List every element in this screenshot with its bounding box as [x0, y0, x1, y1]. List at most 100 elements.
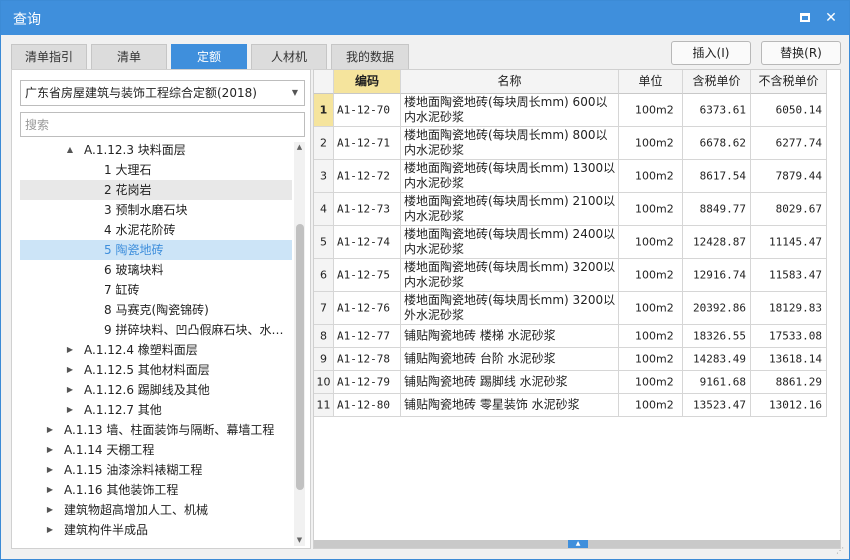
replace-button[interactable]: 替换(R) [761, 41, 841, 65]
chevron-up-icon[interactable]: ▲ [568, 540, 588, 548]
row-name: 铺贴陶瓷地砖 台阶 水泥砂浆 [401, 348, 619, 371]
tree-node[interactable]: ▶ A.1.12.7 其他 [20, 400, 292, 420]
tree-node[interactable]: ▶ A.1.13 墙、柱面装饰与隔断、幕墙工程 [20, 420, 292, 440]
tree-node-label: 建筑物超高增加人工、机械 [64, 503, 209, 517]
table-row[interactable]: 2 A1-12-71 楼地面陶瓷地砖(每块周长mm) 800以内水泥砂浆 100… [314, 127, 840, 160]
table-row[interactable]: 6 A1-12-75 楼地面陶瓷地砖(每块周长mm) 3200以内水泥砂浆 10… [314, 259, 840, 292]
quota-library-select[interactable]: 广东省房屋建筑与装饰工程综合定额(2018) ▼ [20, 80, 305, 106]
tree-node[interactable]: ▶ A.1.16 其他装饰工程 [20, 480, 292, 500]
scroll-down-icon[interactable]: ▼ [294, 535, 305, 546]
tree-node[interactable]: 7 缸砖 [20, 280, 292, 300]
tree-node[interactable]: ▶ A.1.15 油漆涂料裱糊工程 [20, 460, 292, 480]
header-unit[interactable]: 单位 [619, 70, 683, 94]
quota-library-value: 广东省房屋建筑与装饰工程综合定额(2018) [25, 86, 257, 100]
chevron-down-icon[interactable]: ▼ [292, 81, 298, 105]
tab-bill-guide[interactable]: 清单指引 [11, 44, 87, 70]
tree-node[interactable]: ▲ A.1.12.3 块料面层 [20, 140, 292, 160]
tree-node[interactable]: 3 预制水磨石块 [20, 200, 292, 220]
title-bar[interactable]: 查询 ✕ [1, 1, 849, 35]
header-index [314, 70, 334, 94]
tree-node[interactable]: ▶ 建筑构件半成品 [20, 520, 292, 540]
tree-node[interactable]: ▶ A.1.12.4 橡塑料面层 [20, 340, 292, 360]
tree-node-label: A.1.12.4 橡塑料面层 [84, 343, 198, 357]
grid-horizontal-scrollbar[interactable]: ▲ [314, 540, 840, 548]
close-icon[interactable]: ✕ [823, 10, 839, 26]
header-code[interactable]: 编码 [334, 70, 401, 94]
row-notax-price: 11583.47 [751, 259, 827, 292]
scroll-up-icon[interactable]: ▲ [294, 142, 305, 153]
tree-node[interactable]: 8 马赛克(陶瓷锦砖) [20, 300, 292, 320]
tree-scrollbar[interactable]: ▲ ▼ [294, 142, 305, 546]
row-notax-price: 17533.08 [751, 325, 827, 348]
expand-icon[interactable]: ▶ [44, 500, 56, 520]
table-row[interactable]: 10 A1-12-79 铺贴陶瓷地砖 踢脚线 水泥砂浆 100m2 9161.6… [314, 371, 840, 394]
tree-node-label: A.1.14 天棚工程 [64, 443, 155, 457]
search-input[interactable] [20, 112, 305, 137]
tree-node[interactable]: 6 玻璃块料 [20, 260, 292, 280]
expand-icon[interactable]: ▶ [64, 380, 76, 400]
row-name: 铺贴陶瓷地砖 零星装饰 水泥砂浆 [401, 394, 619, 417]
table-row[interactable]: 7 A1-12-76 楼地面陶瓷地砖(每块周长mm) 3200以外水泥砂浆 10… [314, 292, 840, 325]
expand-icon[interactable]: ▶ [64, 340, 76, 360]
expand-icon[interactable]: ▶ [44, 520, 56, 540]
expand-icon[interactable]: ▶ [44, 480, 56, 500]
table-row[interactable]: 1 A1-12-70 楼地面陶瓷地砖(每块周长mm) 600以内水泥砂浆 100… [314, 94, 840, 127]
tree-node[interactable]: ▶ 建筑物超高增加人工、机械 [20, 500, 292, 520]
table-row[interactable]: 9 A1-12-78 铺贴陶瓷地砖 台阶 水泥砂浆 100m2 14283.49… [314, 348, 840, 371]
row-tax-price: 20392.86 [683, 292, 751, 325]
tree-node-label: 2 花岗岩 [104, 183, 152, 197]
row-tax-price: 8849.77 [683, 193, 751, 226]
tree-node[interactable]: ▶ A.1.14 天棚工程 [20, 440, 292, 460]
header-tax-price[interactable]: 含税单价 [683, 70, 751, 94]
expand-icon[interactable]: ▶ [44, 460, 56, 480]
row-index: 8 [314, 325, 334, 348]
table-row[interactable]: 8 A1-12-77 铺贴陶瓷地砖 楼梯 水泥砂浆 100m2 18326.55… [314, 325, 840, 348]
tab-quota[interactable]: 定额 [171, 44, 247, 70]
header-notax-price[interactable]: 不含税单价 [751, 70, 827, 94]
resize-grip-icon[interactable]: ⋰ [836, 546, 846, 556]
maximize-icon[interactable] [797, 10, 813, 26]
tree-node[interactable]: 2 花岗岩 [20, 180, 292, 200]
row-notax-price: 6050.14 [751, 94, 827, 127]
row-name: 铺贴陶瓷地砖 踢脚线 水泥砂浆 [401, 371, 619, 394]
tree-node-label: 3 预制水磨石块 [104, 203, 188, 217]
tab-my-data[interactable]: 我的数据 [331, 44, 409, 70]
tree-node-label: A.1.16 其他装饰工程 [64, 483, 179, 497]
tree-node-label: A.1.13 墙、柱面装饰与隔断、幕墙工程 [64, 423, 275, 437]
table-row[interactable]: 3 A1-12-72 楼地面陶瓷地砖(每块周长mm) 1300以内水泥砂浆 10… [314, 160, 840, 193]
tab-bill[interactable]: 清单 [91, 44, 167, 70]
collapse-icon[interactable]: ▲ [64, 140, 76, 160]
expand-icon[interactable]: ▶ [44, 440, 56, 460]
quota-grid: 编码 名称 单位 含税单价 不含税单价 1 A1-12-70 楼地面陶瓷地砖(每… [313, 69, 841, 549]
expand-icon[interactable]: ▶ [44, 420, 56, 440]
row-tax-price: 6373.61 [683, 94, 751, 127]
row-index: 11 [314, 394, 334, 417]
tree-node-selected[interactable]: 5 陶瓷地砖 [20, 240, 292, 260]
tree-node[interactable]: 9 拼碎块料、凹凸假麻石块、水… [20, 320, 292, 340]
tree-node-label: A.1.12.7 其他 [84, 403, 162, 417]
row-unit: 100m2 [619, 292, 683, 325]
expand-icon[interactable]: ▶ [64, 360, 76, 380]
tree-node-label: A.1.12.5 其他材料面层 [84, 363, 210, 377]
header-name[interactable]: 名称 [401, 70, 619, 94]
row-tax-price: 18326.55 [683, 325, 751, 348]
row-tax-price: 14283.49 [683, 348, 751, 371]
row-tax-price: 6678.62 [683, 127, 751, 160]
tab-labor-material-machine[interactable]: 人材机 [251, 44, 327, 70]
expand-icon[interactable]: ▶ [64, 400, 76, 420]
table-row[interactable]: 5 A1-12-74 楼地面陶瓷地砖(每块周长mm) 2400以内水泥砂浆 10… [314, 226, 840, 259]
insert-button[interactable]: 插入(I) [671, 41, 751, 65]
tree-node[interactable]: 4 水泥花阶砖 [20, 220, 292, 240]
scrollbar-thumb[interactable] [296, 224, 304, 490]
table-row[interactable]: 11 A1-12-80 铺贴陶瓷地砖 零星装饰 水泥砂浆 100m2 13523… [314, 394, 840, 417]
tree-node-label: 7 缸砖 [104, 283, 140, 297]
row-index: 2 [314, 127, 334, 160]
tree-node[interactable]: ▶ A.1.12.5 其他材料面层 [20, 360, 292, 380]
row-index: 4 [314, 193, 334, 226]
row-name: 楼地面陶瓷地砖(每块周长mm) 3200以内水泥砂浆 [401, 259, 619, 292]
tree-node-label: A.1.15 油漆涂料裱糊工程 [64, 463, 203, 477]
table-row[interactable]: 4 A1-12-73 楼地面陶瓷地砖(每块周长mm) 2100以内水泥砂浆 10… [314, 193, 840, 226]
row-tax-price: 8617.54 [683, 160, 751, 193]
tree-node[interactable]: ▶ A.1.12.6 踢脚线及其他 [20, 380, 292, 400]
tree-node[interactable]: 1 大理石 [20, 160, 292, 180]
